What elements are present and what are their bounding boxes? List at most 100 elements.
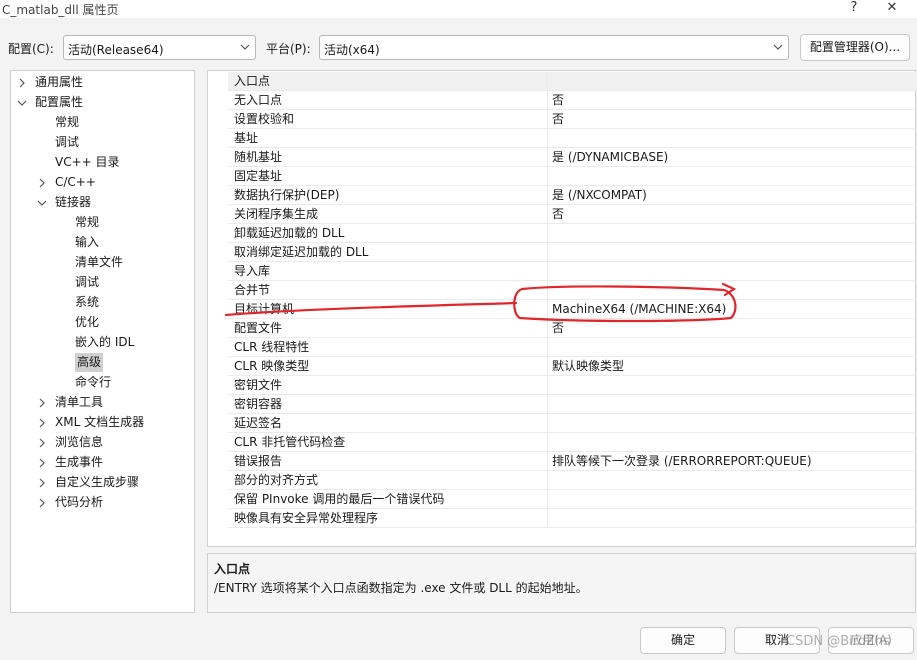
- chevron-down-icon: [773, 44, 783, 50]
- property-name: 入口点: [234, 74, 271, 88]
- tree-item[interactable]: 输入: [11, 233, 194, 252]
- property-row[interactable]: 数据执行保护(DEP) 是 (/NXCOMPAT): [228, 186, 916, 205]
- property-value[interactable]: MachineX64 (/MACHINE:X64): [552, 300, 726, 319]
- property-value[interactable]: 否: [552, 319, 564, 338]
- tree-item[interactable]: 配置属性: [11, 93, 194, 112]
- tree-item-label: C/C++: [55, 175, 96, 189]
- tree-item[interactable]: 链接器: [11, 193, 194, 212]
- description-text: /ENTRY 选项将某个入口点函数指定为 .exe 文件或 DLL 的起始地址。: [214, 581, 588, 595]
- property-value[interactable]: 是 (/DYNAMICBASE): [552, 148, 668, 167]
- chevron-right-icon[interactable]: [17, 78, 27, 88]
- property-row[interactable]: 密钥文件: [228, 376, 916, 395]
- tree-item[interactable]: 代码分析: [11, 493, 194, 512]
- chevron-right-icon[interactable]: [37, 438, 47, 448]
- column-divider: [547, 186, 548, 205]
- property-value[interactable]: 否: [552, 91, 564, 110]
- property-tree[interactable]: 通用属性 配置属性 常规 调试 VC++ 目录 C/C++ 链接器 常规 输入 清单文件 调试 系统优…: [10, 70, 195, 613]
- property-row[interactable]: 无入口点 否: [228, 91, 916, 110]
- property-row[interactable]: 配置文件 否: [228, 319, 916, 338]
- configuration-manager-button[interactable]: 配置管理器(O)...: [800, 34, 910, 61]
- property-row[interactable]: 基址: [228, 129, 916, 148]
- chevron-down-icon[interactable]: [17, 98, 27, 108]
- tree-item[interactable]: 清单文件: [11, 253, 194, 272]
- chevron-right-icon[interactable]: [37, 398, 47, 408]
- tree-item[interactable]: 调试: [11, 273, 194, 292]
- chevron-right-icon[interactable]: [37, 178, 47, 188]
- tree-item-label: 自定义生成步骤: [55, 475, 140, 489]
- tree-item[interactable]: 常规: [11, 113, 194, 132]
- tree-item[interactable]: 系统: [11, 293, 194, 312]
- property-name: 目标计算机: [234, 302, 295, 316]
- property-row[interactable]: 入口点: [228, 72, 916, 91]
- property-row[interactable]: 延迟签名: [228, 414, 916, 433]
- property-name: 合并节: [234, 283, 271, 297]
- property-value[interactable]: 否: [552, 205, 564, 224]
- property-row[interactable]: 导入库: [228, 262, 916, 281]
- tree-item[interactable]: VC++ 目录: [11, 153, 194, 172]
- tree-item[interactable]: XML 文档生成器: [11, 413, 194, 432]
- chevron-down-icon: [240, 44, 250, 50]
- chevron-right-icon[interactable]: [37, 498, 47, 508]
- tree-item-label: 调试: [75, 275, 100, 289]
- property-name: 保留 PInvoke 调用的最后一个错误代码: [234, 492, 445, 506]
- property-row[interactable]: 部分的对齐方式: [228, 471, 916, 490]
- column-divider: [547, 205, 548, 224]
- tree-item[interactable]: 常规: [11, 213, 194, 232]
- property-row[interactable]: 错误报告 排队等候下一次登录 (/ERRORREPORT:QUEUE): [228, 452, 916, 471]
- property-row[interactable]: 映像具有安全异常处理程序: [228, 509, 916, 528]
- chevron-right-icon[interactable]: [37, 418, 47, 428]
- configuration-select[interactable]: 活动(Release64): [63, 35, 256, 60]
- property-name: 设置校验和: [234, 112, 295, 126]
- property-value[interactable]: 默认映像类型: [552, 357, 624, 376]
- property-row[interactable]: 设置校验和 否: [228, 110, 916, 129]
- tree-item[interactable]: 自定义生成步骤: [11, 473, 194, 492]
- property-value[interactable]: 是 (/NXCOMPAT): [552, 186, 647, 205]
- property-value[interactable]: 排队等候下一次登录 (/ERRORREPORT:QUEUE): [552, 452, 812, 471]
- tree-item[interactable]: 高级: [11, 353, 194, 372]
- property-row[interactable]: CLR 非托管代码检查: [228, 433, 916, 452]
- tree-item[interactable]: 嵌入的 IDL: [11, 333, 194, 352]
- property-name: 固定基址: [234, 169, 283, 183]
- property-row[interactable]: 目标计算机 MachineX64 (/MACHINE:X64): [228, 300, 916, 319]
- property-row[interactable]: 保留 PInvoke 调用的最后一个错误代码: [228, 490, 916, 509]
- property-row[interactable]: 关闭程序集生成 否: [228, 205, 916, 224]
- chevron-down-icon[interactable]: [37, 198, 47, 208]
- tree-item[interactable]: 浏览信息: [11, 433, 194, 452]
- tree-item[interactable]: C/C++: [11, 173, 194, 192]
- close-button[interactable]: ✕: [884, 0, 900, 15]
- property-row[interactable]: 随机基址 是 (/DYNAMICBASE): [228, 148, 916, 167]
- property-row[interactable]: 密钥容器: [228, 395, 916, 414]
- platform-select[interactable]: 活动(x64): [319, 35, 789, 60]
- tree-item-label: 常规: [75, 215, 100, 229]
- property-row[interactable]: 取消绑定延迟加载的 DLL: [228, 243, 916, 262]
- property-name: 延迟签名: [234, 416, 283, 430]
- tree-item-label: 输入: [75, 235, 100, 249]
- property-row[interactable]: CLR 映像类型 默认映像类型: [228, 357, 916, 376]
- tree-item[interactable]: 调试: [11, 133, 194, 152]
- property-value[interactable]: 否: [552, 110, 564, 129]
- property-name: 关闭程序集生成: [234, 207, 319, 221]
- platform-value: 活动(x64): [324, 43, 380, 57]
- tree-item[interactable]: 清单工具: [11, 393, 194, 412]
- tree-item[interactable]: 优化: [11, 313, 194, 332]
- property-row[interactable]: 固定基址: [228, 167, 916, 186]
- tree-item-label: 调试: [55, 135, 80, 149]
- column-divider: [547, 452, 548, 471]
- help-button[interactable]: ?: [846, 0, 862, 15]
- property-row[interactable]: 合并节: [228, 281, 916, 300]
- tree-item[interactable]: 生成事件: [11, 453, 194, 472]
- property-row[interactable]: CLR 线程特性: [228, 338, 916, 357]
- property-name: 导入库: [234, 264, 271, 278]
- tree-item[interactable]: 命令行: [11, 373, 194, 392]
- tree-item-label: 嵌入的 IDL: [75, 335, 135, 349]
- property-row[interactable]: 卸载延迟加载的 DLL: [228, 224, 916, 243]
- tree-item-label: 清单工具: [55, 395, 104, 409]
- tree-item-label: 清单文件: [75, 255, 124, 269]
- column-divider: [547, 243, 548, 262]
- chevron-right-icon[interactable]: [37, 458, 47, 468]
- tree-item[interactable]: 通用属性: [11, 73, 194, 92]
- ok-button[interactable]: 确定: [640, 627, 726, 654]
- property-name: CLR 非托管代码检查: [234, 435, 346, 449]
- chevron-right-icon[interactable]: [37, 478, 47, 488]
- property-grid[interactable]: 入口点 无入口点否设置校验和否基址 随机基址是 (/DYNAMICBASE) 固定基址…: [207, 70, 916, 547]
